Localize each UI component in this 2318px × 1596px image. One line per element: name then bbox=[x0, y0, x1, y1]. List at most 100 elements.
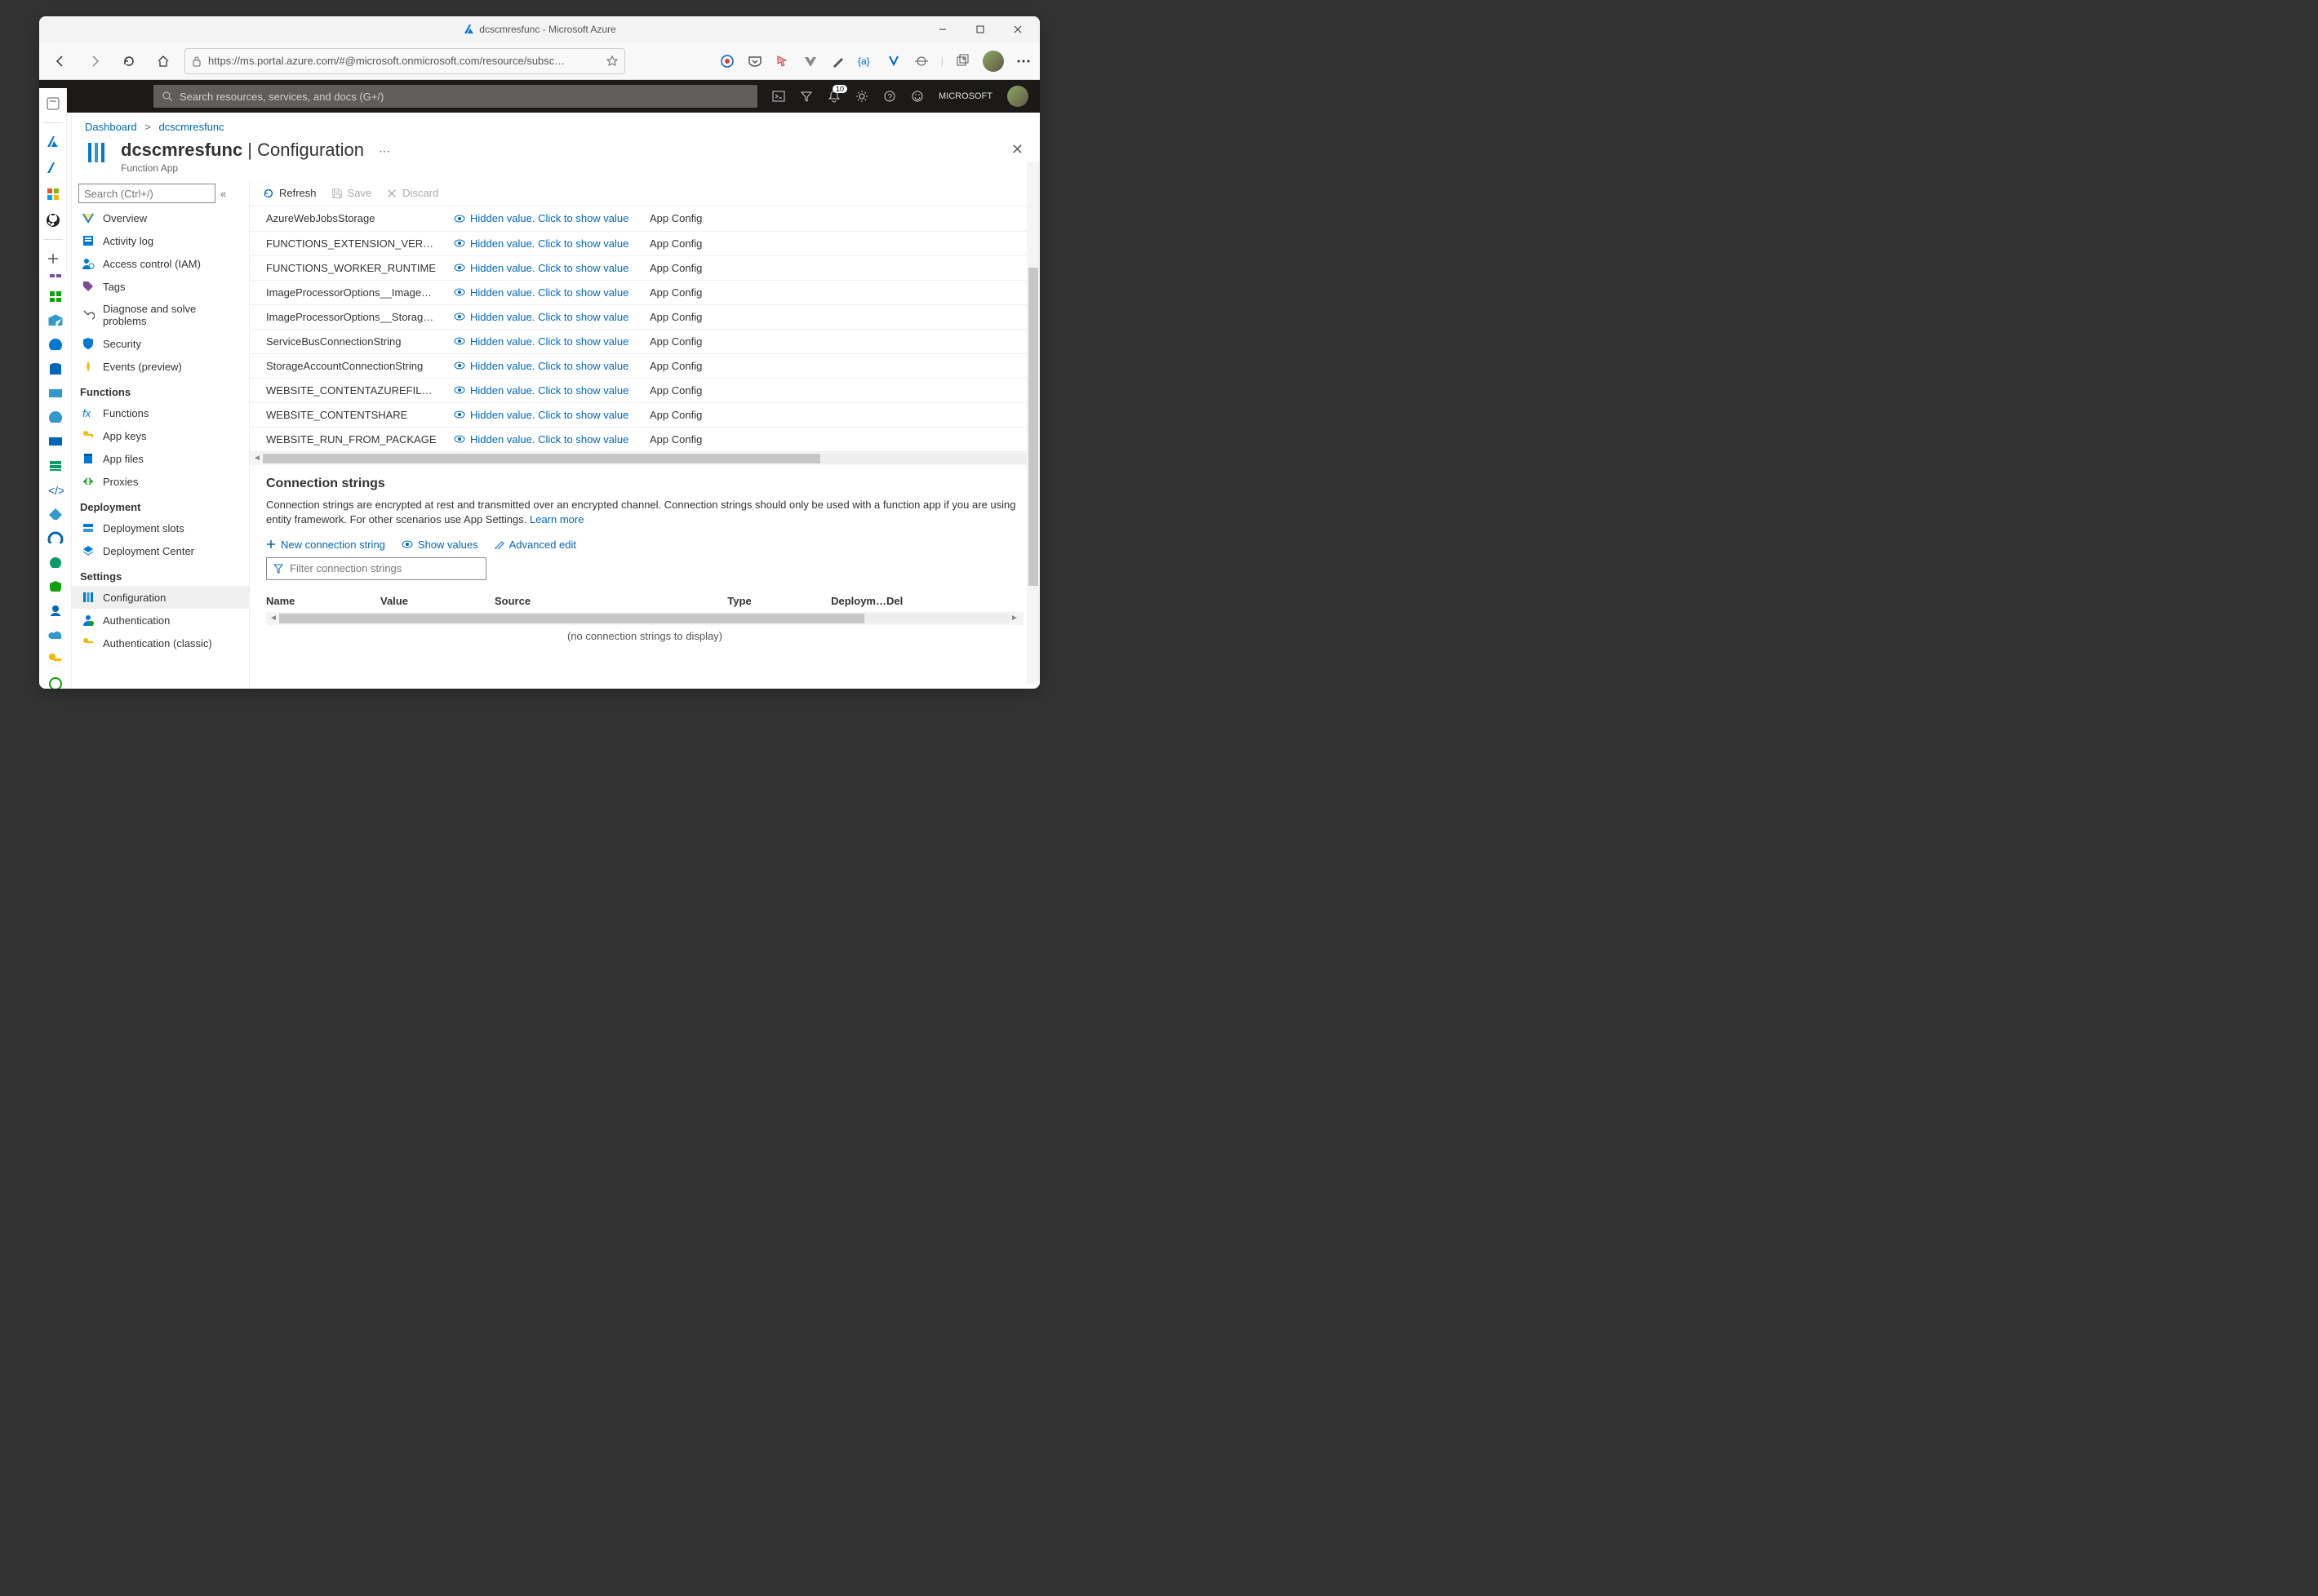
menu-item-tags[interactable]: Tags bbox=[72, 275, 249, 298]
forward-button[interactable] bbox=[82, 48, 108, 74]
fav-monitor-icon[interactable] bbox=[47, 434, 64, 447]
menu-item-security[interactable]: Security bbox=[72, 332, 249, 355]
azure-search[interactable]: Search resources, services, and docs (G+… bbox=[153, 85, 757, 108]
breadcrumb-root[interactable]: Dashboard bbox=[85, 121, 137, 133]
fav-vm-icon[interactable] bbox=[47, 386, 64, 399]
ext-icon-pen[interactable] bbox=[830, 53, 846, 69]
menu-item-diagnose-and-solve-problems[interactable]: Diagnose and solve problems bbox=[72, 298, 249, 332]
show-value-link[interactable]: Hidden value. Click to show value bbox=[454, 335, 633, 348]
advanced-edit-button[interactable]: Advanced edit bbox=[495, 539, 576, 551]
minimize-button[interactable] bbox=[924, 16, 961, 42]
show-value-link[interactable]: Hidden value. Click to show value bbox=[454, 433, 633, 446]
refresh-button[interactable]: Refresh bbox=[263, 187, 317, 199]
menu-item-access-control-iam-[interactable]: Access control (IAM) bbox=[72, 252, 249, 275]
os-tab-ms-icon[interactable] bbox=[46, 187, 60, 202]
os-tab-notebook-icon[interactable] bbox=[46, 96, 60, 111]
fav-key-icon[interactable] bbox=[47, 652, 64, 665]
appsettings-hscrollbar[interactable]: ◄► bbox=[250, 452, 1040, 465]
header-more-icon[interactable]: ⋯ bbox=[379, 144, 390, 158]
appsetting-row[interactable]: ServiceBusConnectionStringHidden value. … bbox=[250, 329, 1040, 353]
show-value-link[interactable]: Hidden value. Click to show value bbox=[454, 311, 633, 323]
account-name[interactable]: MICROSOFT bbox=[939, 91, 992, 101]
cs-hscrollbar[interactable]: ◄► bbox=[266, 612, 1024, 625]
menu-item-deployment-slots[interactable]: Deployment slots bbox=[72, 516, 249, 539]
ext-icon-1[interactable] bbox=[719, 53, 735, 69]
fav-person-icon[interactable] bbox=[47, 603, 64, 616]
show-value-link[interactable]: Hidden value. Click to show value bbox=[454, 237, 633, 250]
fav-devops-icon[interactable] bbox=[47, 555, 64, 568]
ext-icon-bug[interactable] bbox=[913, 53, 930, 69]
show-values-button[interactable]: Show values bbox=[402, 539, 478, 551]
settings-gear-icon[interactable] bbox=[855, 90, 868, 103]
fav-diamond-icon[interactable] bbox=[47, 507, 64, 520]
ext-icon-braces[interactable]: {a} bbox=[858, 53, 874, 69]
menu-item-app-keys[interactable]: App keys bbox=[72, 424, 249, 447]
discard-button[interactable]: Discard bbox=[386, 187, 438, 199]
show-value-link[interactable]: Hidden value. Click to show value bbox=[454, 262, 633, 274]
menu-item-deployment-center[interactable]: Deployment Center bbox=[72, 539, 249, 562]
appsetting-row[interactable]: WEBSITE_CONTENTSHAREHidden value. Click … bbox=[250, 402, 1040, 427]
fav-shield-icon[interactable] bbox=[47, 579, 64, 592]
ext-icon-cursor[interactable] bbox=[775, 53, 791, 69]
appsetting-row[interactable]: WEBSITE_RUN_FROM_PACKAGEHidden value. Cl… bbox=[250, 427, 1040, 451]
back-button[interactable] bbox=[47, 48, 73, 74]
ext-icon-a11y[interactable] bbox=[886, 53, 902, 69]
show-value-link[interactable]: Hidden value. Click to show value bbox=[454, 384, 633, 397]
filter-icon[interactable] bbox=[800, 90, 813, 103]
close-window-button[interactable] bbox=[999, 16, 1037, 42]
show-value-link[interactable]: Hidden value. Click to show value bbox=[454, 212, 633, 224]
appsetting-row[interactable]: AzureWebJobsStorageHidden value. Click t… bbox=[250, 206, 1040, 231]
menu-item-app-files[interactable]: App files bbox=[72, 447, 249, 470]
reload-button[interactable] bbox=[116, 48, 142, 74]
menu-item-authentication[interactable]: Authentication bbox=[72, 609, 249, 632]
appsetting-row[interactable]: FUNCTIONS_WORKER_RUNTIMEHidden value. Cl… bbox=[250, 255, 1040, 280]
menu-item-functions[interactable]: fxFunctions bbox=[72, 401, 249, 424]
notifications-button[interactable]: 10 bbox=[828, 90, 841, 103]
appsetting-row[interactable]: ImageProcessorOptions__StorageAccountCon… bbox=[250, 304, 1040, 329]
appsetting-row[interactable]: StorageAccountConnectionStringHidden val… bbox=[250, 353, 1040, 378]
os-tab-azure2-icon[interactable] bbox=[46, 161, 60, 175]
config-scroll-area[interactable]: AzureWebJobsStorageHidden value. Click t… bbox=[250, 206, 1040, 689]
cloud-shell-icon[interactable] bbox=[772, 90, 785, 103]
more-icon[interactable] bbox=[1015, 53, 1032, 69]
show-value-link[interactable]: Hidden value. Click to show value bbox=[454, 360, 633, 372]
menu-item-configuration[interactable]: Configuration bbox=[72, 586, 249, 609]
os-tab-github-icon[interactable] bbox=[46, 213, 60, 228]
appsetting-row[interactable]: ImageProcessorOptions__ImageWidthHidden … bbox=[250, 280, 1040, 304]
profile-avatar[interactable] bbox=[983, 51, 1004, 72]
appsetting-row[interactable]: FUNCTIONS_EXTENSION_VERSIONHidden value.… bbox=[250, 231, 1040, 255]
save-button[interactable]: Save bbox=[331, 187, 372, 199]
menu-item-authentication-classic-[interactable]: Authentication (classic) bbox=[72, 632, 249, 654]
fav-gauge-icon[interactable] bbox=[47, 531, 64, 544]
fav-stack-icon[interactable] bbox=[47, 459, 64, 472]
menu-search-input[interactable] bbox=[78, 184, 215, 203]
maximize-button[interactable] bbox=[961, 16, 999, 42]
fav-app-icon[interactable] bbox=[47, 410, 64, 423]
account-avatar[interactable] bbox=[1007, 86, 1028, 107]
fav-sql-icon[interactable] bbox=[47, 361, 64, 375]
menu-item-proxies[interactable]: Proxies bbox=[72, 470, 249, 493]
close-blade-button[interactable]: ✕ bbox=[1011, 141, 1024, 158]
os-tab-azure-icon[interactable] bbox=[46, 135, 60, 149]
menu-item-overview[interactable]: Overview bbox=[72, 206, 249, 229]
help-icon[interactable]: ? bbox=[883, 90, 896, 103]
cs-learn-more-link[interactable]: Learn more bbox=[530, 513, 584, 525]
fav-cube-icon[interactable] bbox=[47, 313, 64, 326]
url-box[interactable]: https://ms.portal.azure.com/#@microsoft.… bbox=[184, 48, 625, 74]
fav-refresh-icon[interactable] bbox=[47, 676, 64, 689]
new-connection-string-button[interactable]: New connection string bbox=[266, 539, 385, 551]
show-value-link[interactable]: Hidden value. Click to show value bbox=[454, 286, 633, 299]
breadcrumb-current[interactable]: dcscmresfunc bbox=[158, 121, 224, 133]
menu-item-activity-log[interactable]: Activity log bbox=[72, 229, 249, 252]
favorite-star-icon[interactable] bbox=[606, 55, 618, 67]
fav-cloud-icon[interactable] bbox=[47, 627, 64, 641]
menu-item-events-preview-[interactable]: Events (preview) bbox=[72, 355, 249, 378]
ext-icon-pocket[interactable] bbox=[747, 53, 763, 69]
os-tab-add-icon[interactable] bbox=[46, 251, 60, 266]
filter-connection-strings-input[interactable]: Filter connection strings bbox=[266, 557, 486, 580]
collapse-menu-icon[interactable]: « bbox=[220, 188, 226, 200]
collections-icon[interactable] bbox=[955, 53, 971, 69]
fav-code-icon[interactable]: </> bbox=[47, 482, 64, 495]
fav-globe-icon[interactable] bbox=[47, 337, 64, 350]
fav-grid-icon[interactable] bbox=[47, 289, 64, 302]
